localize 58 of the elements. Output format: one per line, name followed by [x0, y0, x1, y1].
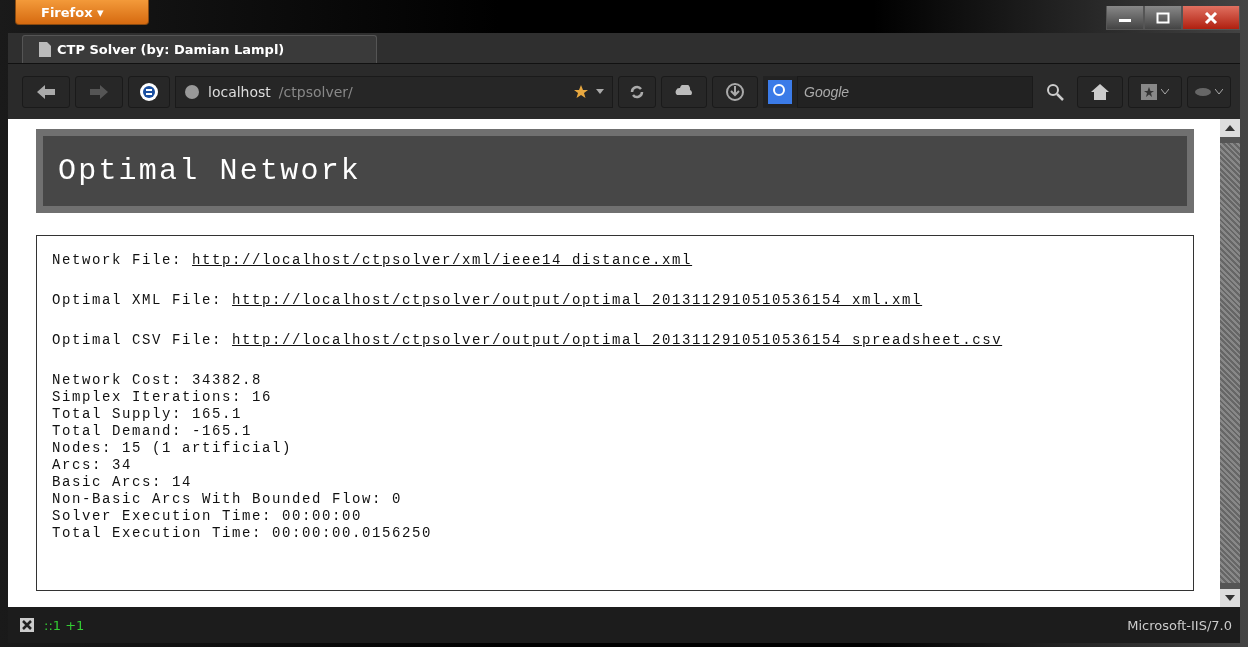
- globe-icon: [184, 83, 200, 100]
- file-label: Network File:: [52, 252, 184, 268]
- caret-icon: [1161, 89, 1169, 94]
- s-addon-button[interactable]: [128, 75, 170, 108]
- address-host: localhost: [208, 83, 271, 100]
- stat-line: Arcs: 34: [52, 457, 133, 474]
- file-label: Optimal CSV File:: [52, 332, 224, 348]
- file-link[interactable]: http://localhost/ctpsolver/output/optimal_2013112910510536154_spreadsheet.csv: [232, 332, 1003, 348]
- scroll-down-icon: [1225, 595, 1235, 601]
- address-path: /ctpsolver/: [278, 83, 353, 100]
- stat-line: Total Supply: 165.1: [52, 406, 244, 423]
- search-field[interactable]: Google: [797, 75, 1033, 108]
- page-heading: Optimal Network: [58, 154, 362, 188]
- reload-button[interactable]: [618, 75, 656, 108]
- download-icon: [725, 81, 745, 102]
- star-box-icon: [1141, 83, 1157, 100]
- stat-line: Solver Execution Time: 00:00:00: [52, 508, 364, 525]
- close-icon: [1204, 11, 1218, 24]
- scroll-up-icon: [1225, 125, 1235, 131]
- search-engine-button[interactable]: [763, 75, 797, 108]
- stat-line: Total Demand: -165.1: [52, 423, 254, 440]
- g-logo-icon: [768, 79, 792, 104]
- left-arrow-icon: [37, 84, 55, 99]
- close-button[interactable]: [1182, 6, 1240, 30]
- stat-line: Nodes: 15 (1 artificial): [52, 440, 294, 457]
- stat-line: Basic Arcs: 14: [52, 474, 194, 491]
- file-link[interactable]: http://localhost/ctpsolver/xml/ieee14_distance.xml: [192, 252, 693, 268]
- close-box-icon[interactable]: [20, 618, 34, 632]
- stat-line: Network Cost: 34382.8: [52, 372, 264, 389]
- reload-icon: [629, 83, 645, 100]
- maximize-icon: [1156, 11, 1170, 24]
- right-arrow-icon: [90, 84, 108, 99]
- caret-icon: [1215, 89, 1223, 94]
- back-button[interactable]: [22, 75, 70, 108]
- addon-menu-button[interactable]: [1187, 75, 1231, 108]
- page-icon: [39, 42, 51, 57]
- file-link[interactable]: http://localhost/ctpsolver/output/optimal_2013112910510536154_xml.xml: [232, 292, 923, 308]
- caret-icon[interactable]: [596, 89, 604, 94]
- browser-tab[interactable]: CTP Solver (by: Damian Lampl): [22, 35, 377, 63]
- scrollbar[interactable]: [1220, 119, 1240, 607]
- download-button[interactable]: [712, 75, 758, 108]
- bookmark-star-icon[interactable]: [574, 84, 588, 99]
- addon-button[interactable]: [661, 75, 707, 108]
- stat-line: Non-Basic Arcs With Bounded Flow: 0: [52, 491, 404, 508]
- home-button[interactable]: [1077, 75, 1123, 108]
- stat-line: Simplex Iterations: 16: [52, 389, 274, 406]
- address-bar[interactable]: localhost /ctpsolver/: [175, 75, 613, 108]
- stat-line: Total Execution Time: 00:00:00.0156250: [52, 525, 434, 542]
- minimize-button[interactable]: [1106, 6, 1144, 30]
- s-circle-icon: [139, 81, 159, 102]
- search-icon[interactable]: [1046, 82, 1064, 101]
- bookmarks-button[interactable]: [1128, 75, 1182, 108]
- maximize-button[interactable]: [1144, 6, 1182, 30]
- minimize-icon: [1119, 19, 1131, 22]
- addon-status[interactable]: ::1 +1: [44, 617, 85, 633]
- home-icon: [1090, 82, 1110, 101]
- file-label: Optimal XML File:: [52, 292, 224, 308]
- server-info: Microsoft-IIS/7.0: [1127, 617, 1232, 633]
